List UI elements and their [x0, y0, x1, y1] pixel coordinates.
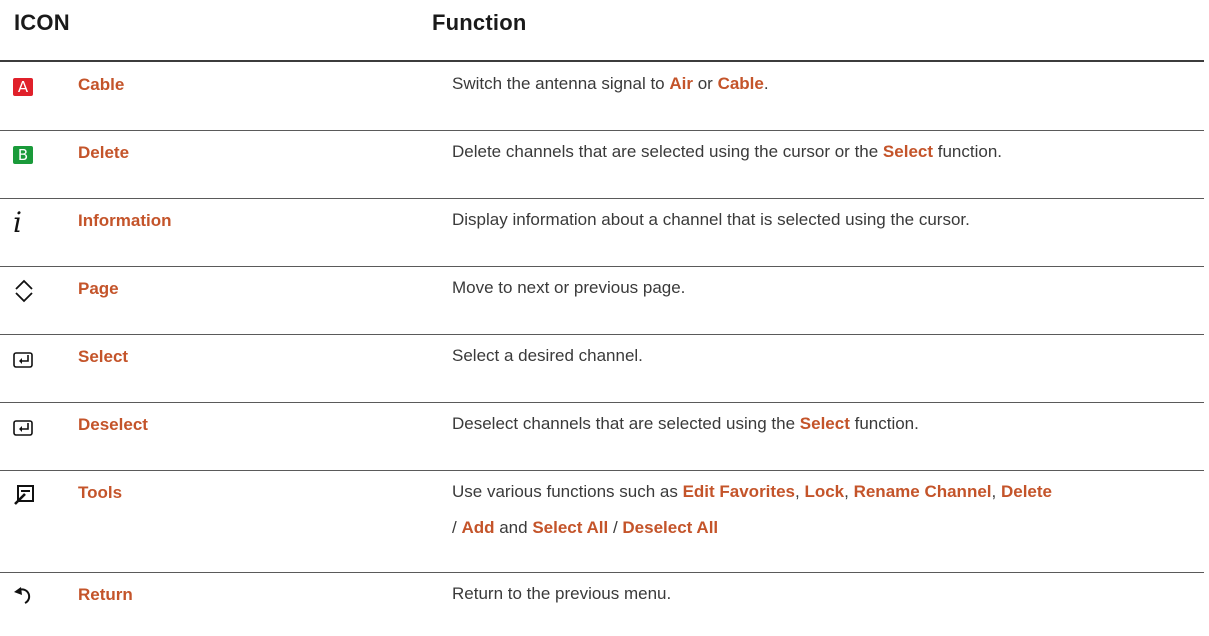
row-description: Select a desired channel.: [452, 346, 643, 365]
row-description: Use various functions such as Edit Favor…: [452, 482, 1052, 537]
table-row-select: Select Select a desired channel.: [0, 334, 1204, 403]
red-a-button-icon: A: [13, 78, 35, 100]
row-description: Display information about a channel that…: [452, 210, 970, 229]
page-up-down-icon: [13, 278, 35, 303]
row-description: Move to next or previous page.: [452, 278, 686, 297]
table-row-tools: Tools Use various functions such as Edit…: [0, 470, 1204, 573]
row-name: Deselect: [78, 415, 148, 434]
row-name: Tools: [78, 483, 123, 502]
table-row-page: Page Move to next or previous page.: [0, 266, 1204, 335]
table-row-cable: A Cable Switch the antenna signal to Air…: [0, 62, 1204, 131]
table-row-deselect: Deselect Deselect channels that are sele…: [0, 402, 1204, 471]
row-description: Switch the antenna signal to Air or Cabl…: [452, 74, 769, 93]
green-b-button-icon: B: [13, 146, 35, 168]
row-name: Page: [78, 279, 119, 298]
table-row-information: i Information Display information about …: [0, 198, 1204, 267]
green-b-button-icon-glyph: B: [13, 146, 33, 164]
info-icon-glyph: i: [13, 206, 22, 239]
row-name: Cable: [78, 75, 125, 94]
enter-icon: [13, 419, 35, 441]
enter-icon: [13, 351, 35, 373]
table-row-return: Return Return to the previous menu.: [0, 572, 1204, 632]
row-description: Deselect channels that are selected usin…: [452, 414, 919, 433]
row-name: Return: [78, 585, 133, 604]
table-header: ICON Function: [0, 0, 1204, 62]
function-column-header: Function: [432, 10, 527, 35]
row-name: Delete: [78, 143, 130, 162]
row-name: Information: [78, 211, 172, 230]
table-row-delete: B Delete Delete channels that are select…: [0, 130, 1204, 199]
info-icon: i: [13, 209, 35, 237]
row-description: Return to the previous menu.: [452, 584, 672, 603]
row-name: Select: [78, 347, 129, 366]
row-description: Delete channels that are selected using …: [452, 142, 1003, 161]
icon-column-header: ICON: [14, 10, 70, 35]
red-a-button-icon-glyph: A: [13, 78, 33, 96]
tools-icon: [13, 484, 35, 506]
return-icon: [13, 586, 35, 608]
